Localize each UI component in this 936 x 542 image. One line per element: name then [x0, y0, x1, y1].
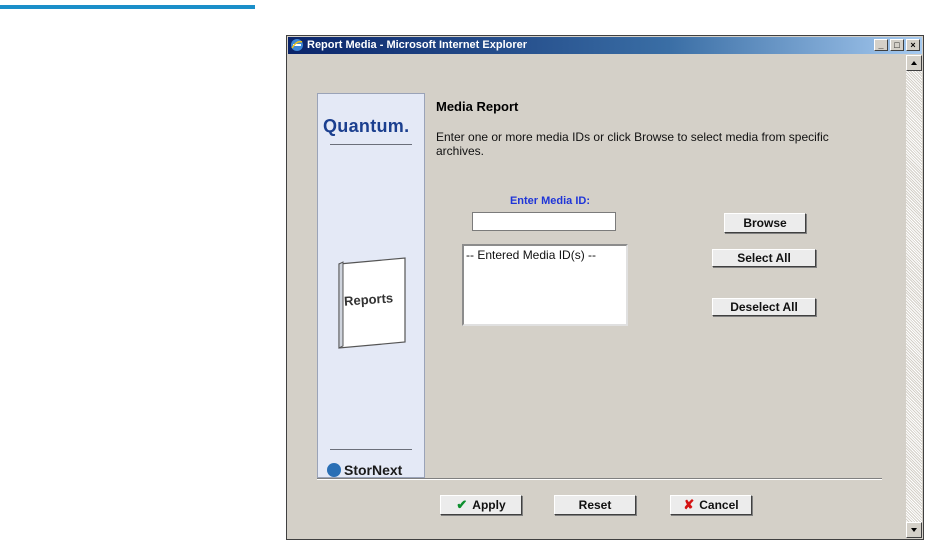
check-icon: ✔ — [456, 497, 468, 512]
media-id-input[interactable] — [472, 212, 616, 231]
stornext-icon — [327, 463, 341, 477]
scroll-down-button[interactable] — [906, 522, 922, 538]
x-icon: ✘ — [683, 497, 695, 512]
maximize-button[interactable]: □ — [890, 39, 904, 51]
footer-divider — [317, 478, 882, 480]
apply-label: Apply — [472, 498, 506, 512]
list-item[interactable]: -- Entered Media ID(s) -- — [466, 248, 596, 262]
quantum-logo: Quantum. — [323, 116, 410, 136]
cancel-label: Cancel — [699, 498, 739, 512]
page-title: Media Report — [436, 99, 519, 114]
stornext-logo: StorNext — [327, 462, 402, 478]
reset-button[interactable]: Reset — [554, 495, 636, 515]
page-content: Quantum. Reports StorNext Media Report E… — [290, 55, 906, 536]
browse-button[interactable]: Browse — [724, 213, 806, 233]
report-media-window: Report Media - Microsoft Internet Explor… — [286, 35, 924, 540]
side-panel: Quantum. Reports StorNext — [317, 93, 425, 478]
top-accent-rule — [0, 5, 255, 9]
down-arrow-icon — [911, 528, 917, 532]
title-bar[interactable]: Report Media - Microsoft Internet Explor… — [288, 37, 922, 54]
ie-icon — [291, 39, 303, 51]
cancel-button[interactable]: ✘ Cancel — [670, 495, 752, 515]
entered-media-list[interactable]: -- Entered Media ID(s) -- — [462, 244, 628, 326]
instructions-text: Enter one or more media IDs or click Bro… — [436, 130, 829, 158]
deselect-all-button[interactable]: Deselect All — [712, 298, 816, 316]
side-divider-bottom — [330, 449, 412, 450]
stornext-brand: StorNext — [344, 462, 403, 478]
minimize-button[interactable]: _ — [874, 39, 888, 51]
media-id-label: Enter Media ID: — [509, 195, 591, 207]
side-divider-top — [330, 144, 412, 145]
select-all-button[interactable]: Select All — [712, 249, 816, 267]
close-button[interactable]: × — [906, 39, 920, 51]
up-arrow-icon — [911, 61, 917, 65]
scroll-up-button[interactable] — [906, 55, 922, 71]
vertical-scrollbar[interactable] — [906, 55, 922, 538]
window-title: Report Media - Microsoft Internet Explor… — [307, 39, 528, 51]
apply-button[interactable]: ✔ Apply — [440, 495, 522, 515]
